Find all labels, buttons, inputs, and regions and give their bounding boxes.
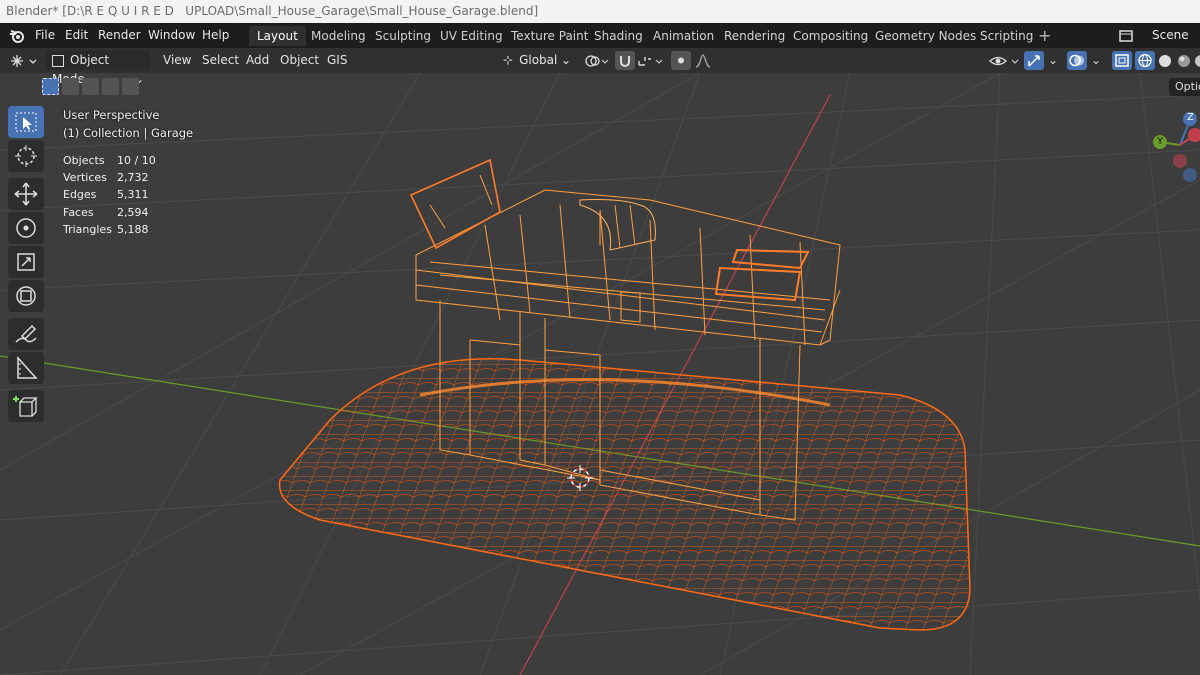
visibility-icon[interactable] — [988, 52, 1022, 70]
selection-mode-row — [42, 78, 139, 96]
stat-faces-value: 2,594 — [117, 206, 149, 219]
cursor-tool[interactable] — [8, 140, 44, 172]
chevron-down-icon[interactable]: ⌄ — [1048, 48, 1058, 73]
options-button[interactable]: Optio — [1169, 78, 1200, 96]
top-menu-bar: File Edit Render Window Help Layout Mode… — [0, 23, 1200, 48]
scene-selector[interactable]: Scene — [1152, 23, 1189, 48]
menu-select[interactable]: Select — [202, 48, 239, 73]
tab-compositing[interactable]: Compositing — [785, 26, 876, 46]
material-shading-icon[interactable] — [1176, 53, 1192, 69]
proportional-icon — [678, 57, 684, 64]
stat-vertices-value: 2,732 — [117, 171, 149, 184]
menu-window[interactable]: Window — [148, 23, 195, 48]
viewport-perspective-label: User Perspective — [63, 108, 160, 122]
solid-shading-icon[interactable] — [1157, 53, 1173, 69]
terrain-wireframe — [278, 358, 971, 631]
pencil-icon — [15, 324, 37, 343]
tab-animation[interactable]: Animation — [645, 26, 722, 46]
tab-uv-editing[interactable]: UV Editing — [432, 26, 511, 46]
gizmo-toggle[interactable] — [1024, 51, 1044, 70]
proportional-editing-toggle[interactable] — [671, 51, 691, 70]
stat-objects-label: Objects — [63, 154, 105, 167]
select-box-tool[interactable] — [8, 106, 44, 138]
tab-sculpting[interactable]: Sculpting — [367, 26, 439, 46]
transform-tool[interactable] — [8, 280, 44, 312]
falloff-icon[interactable] — [694, 52, 712, 70]
scene-icon[interactable] — [1118, 28, 1134, 44]
scale-tool[interactable] — [8, 246, 44, 278]
viewport-collection-label: (1) Collection | Garage — [63, 126, 194, 140]
rendered-shading-icon[interactable] — [1193, 53, 1200, 69]
xray-icon — [1115, 54, 1129, 67]
select-cursor-icon — [15, 112, 37, 132]
move-tool[interactable] — [8, 178, 44, 210]
stat-edges-label: Edges — [63, 188, 97, 201]
select-intersect-button[interactable] — [122, 78, 139, 95]
gizmo-icon — [1028, 55, 1040, 67]
scale-icon — [17, 253, 35, 271]
overlays-toggle[interactable] — [1067, 51, 1087, 70]
wireframe-sphere-icon — [1138, 53, 1152, 68]
mode-dropdown[interactable]: Object Mode⌄ — [46, 51, 150, 86]
chevron-down-icon[interactable]: ⌄ — [1091, 48, 1101, 73]
stat-faces-label: Faces — [63, 206, 94, 219]
ruler-icon — [17, 356, 38, 379]
tab-modeling[interactable]: Modeling — [303, 26, 374, 46]
add-cube-tool[interactable] — [8, 390, 44, 422]
window-title: Blender* [D:\R E Q U I R E D UPLOAD\Smal… — [6, 4, 539, 18]
select-invert-button[interactable] — [102, 78, 119, 95]
tab-texture-paint[interactable]: Texture Paint — [503, 26, 596, 46]
editor-type-icon[interactable] — [10, 53, 38, 69]
gizmo-y-label: Y — [1157, 136, 1164, 147]
annotate-tool[interactable] — [8, 318, 44, 350]
window-title-bar: Blender* [D:\R E Q U I R E D UPLOAD\Smal… — [0, 0, 1200, 23]
move-icon — [14, 182, 38, 206]
tab-layout[interactable]: Layout — [249, 26, 306, 46]
orientation-icon: ⊹ — [503, 53, 514, 67]
menu-help[interactable]: Help — [202, 23, 229, 48]
rotate-tool[interactable] — [8, 212, 44, 244]
orientation-label: Global — [519, 53, 558, 67]
measure-tool[interactable] — [8, 352, 44, 384]
select-new-button[interactable] — [42, 78, 59, 95]
orientation-dropdown[interactable]: ⊹ Global ⌄ — [497, 51, 577, 70]
add-workspace-icon[interactable]: + — [1038, 23, 1051, 48]
magnet-icon — [620, 56, 630, 67]
menu-view[interactable]: View — [163, 48, 191, 73]
menu-file[interactable]: File — [35, 23, 55, 48]
gizmo-z-label: Z — [1187, 112, 1194, 123]
rotate-icon — [16, 218, 36, 238]
menu-gis[interactable]: GIS — [327, 48, 347, 73]
xray-toggle[interactable] — [1112, 51, 1132, 70]
wireframe-shading-button[interactable] — [1135, 51, 1155, 70]
transform-icon — [16, 286, 36, 306]
stat-triangles-label: Triangles — [63, 223, 112, 236]
viewport-canvas[interactable] — [0, 73, 1200, 675]
pivot-point-icon[interactable] — [583, 53, 611, 69]
viewport-header: Object Mode⌄ View Select Add Object GIS … — [0, 48, 1200, 86]
menu-object[interactable]: Object — [280, 48, 319, 73]
snap-toggle[interactable] — [615, 51, 635, 70]
chevron-down-icon: ⌄ — [560, 53, 571, 67]
select-extend-button[interactable] — [62, 78, 79, 95]
add-cube-icon — [13, 396, 38, 417]
snap-target-icon[interactable] — [636, 53, 666, 69]
crosshair-icon — [15, 145, 37, 167]
tab-rendering[interactable]: Rendering — [716, 26, 793, 46]
stat-objects-value: 10 / 10 — [117, 154, 156, 167]
menu-render[interactable]: Render — [98, 23, 141, 48]
tab-scripting[interactable]: Scripting — [972, 26, 1041, 46]
stat-vertices-label: Vertices — [63, 171, 107, 184]
tab-shading[interactable]: Shading — [586, 26, 651, 46]
overlays-icon — [1069, 54, 1084, 67]
blender-logo-icon[interactable] — [9, 28, 25, 44]
menu-add[interactable]: Add — [246, 48, 269, 73]
3d-viewport[interactable]: Z Y Optio — [0, 73, 1200, 675]
object-mode-icon — [52, 54, 64, 67]
tab-geometry-nodes[interactable]: Geometry Nodes — [867, 26, 984, 46]
stat-edges-value: 5,311 — [117, 188, 149, 201]
stat-triangles-value: 5,188 — [117, 223, 149, 236]
menu-edit[interactable]: Edit — [65, 23, 88, 48]
select-subtract-button[interactable] — [82, 78, 99, 95]
